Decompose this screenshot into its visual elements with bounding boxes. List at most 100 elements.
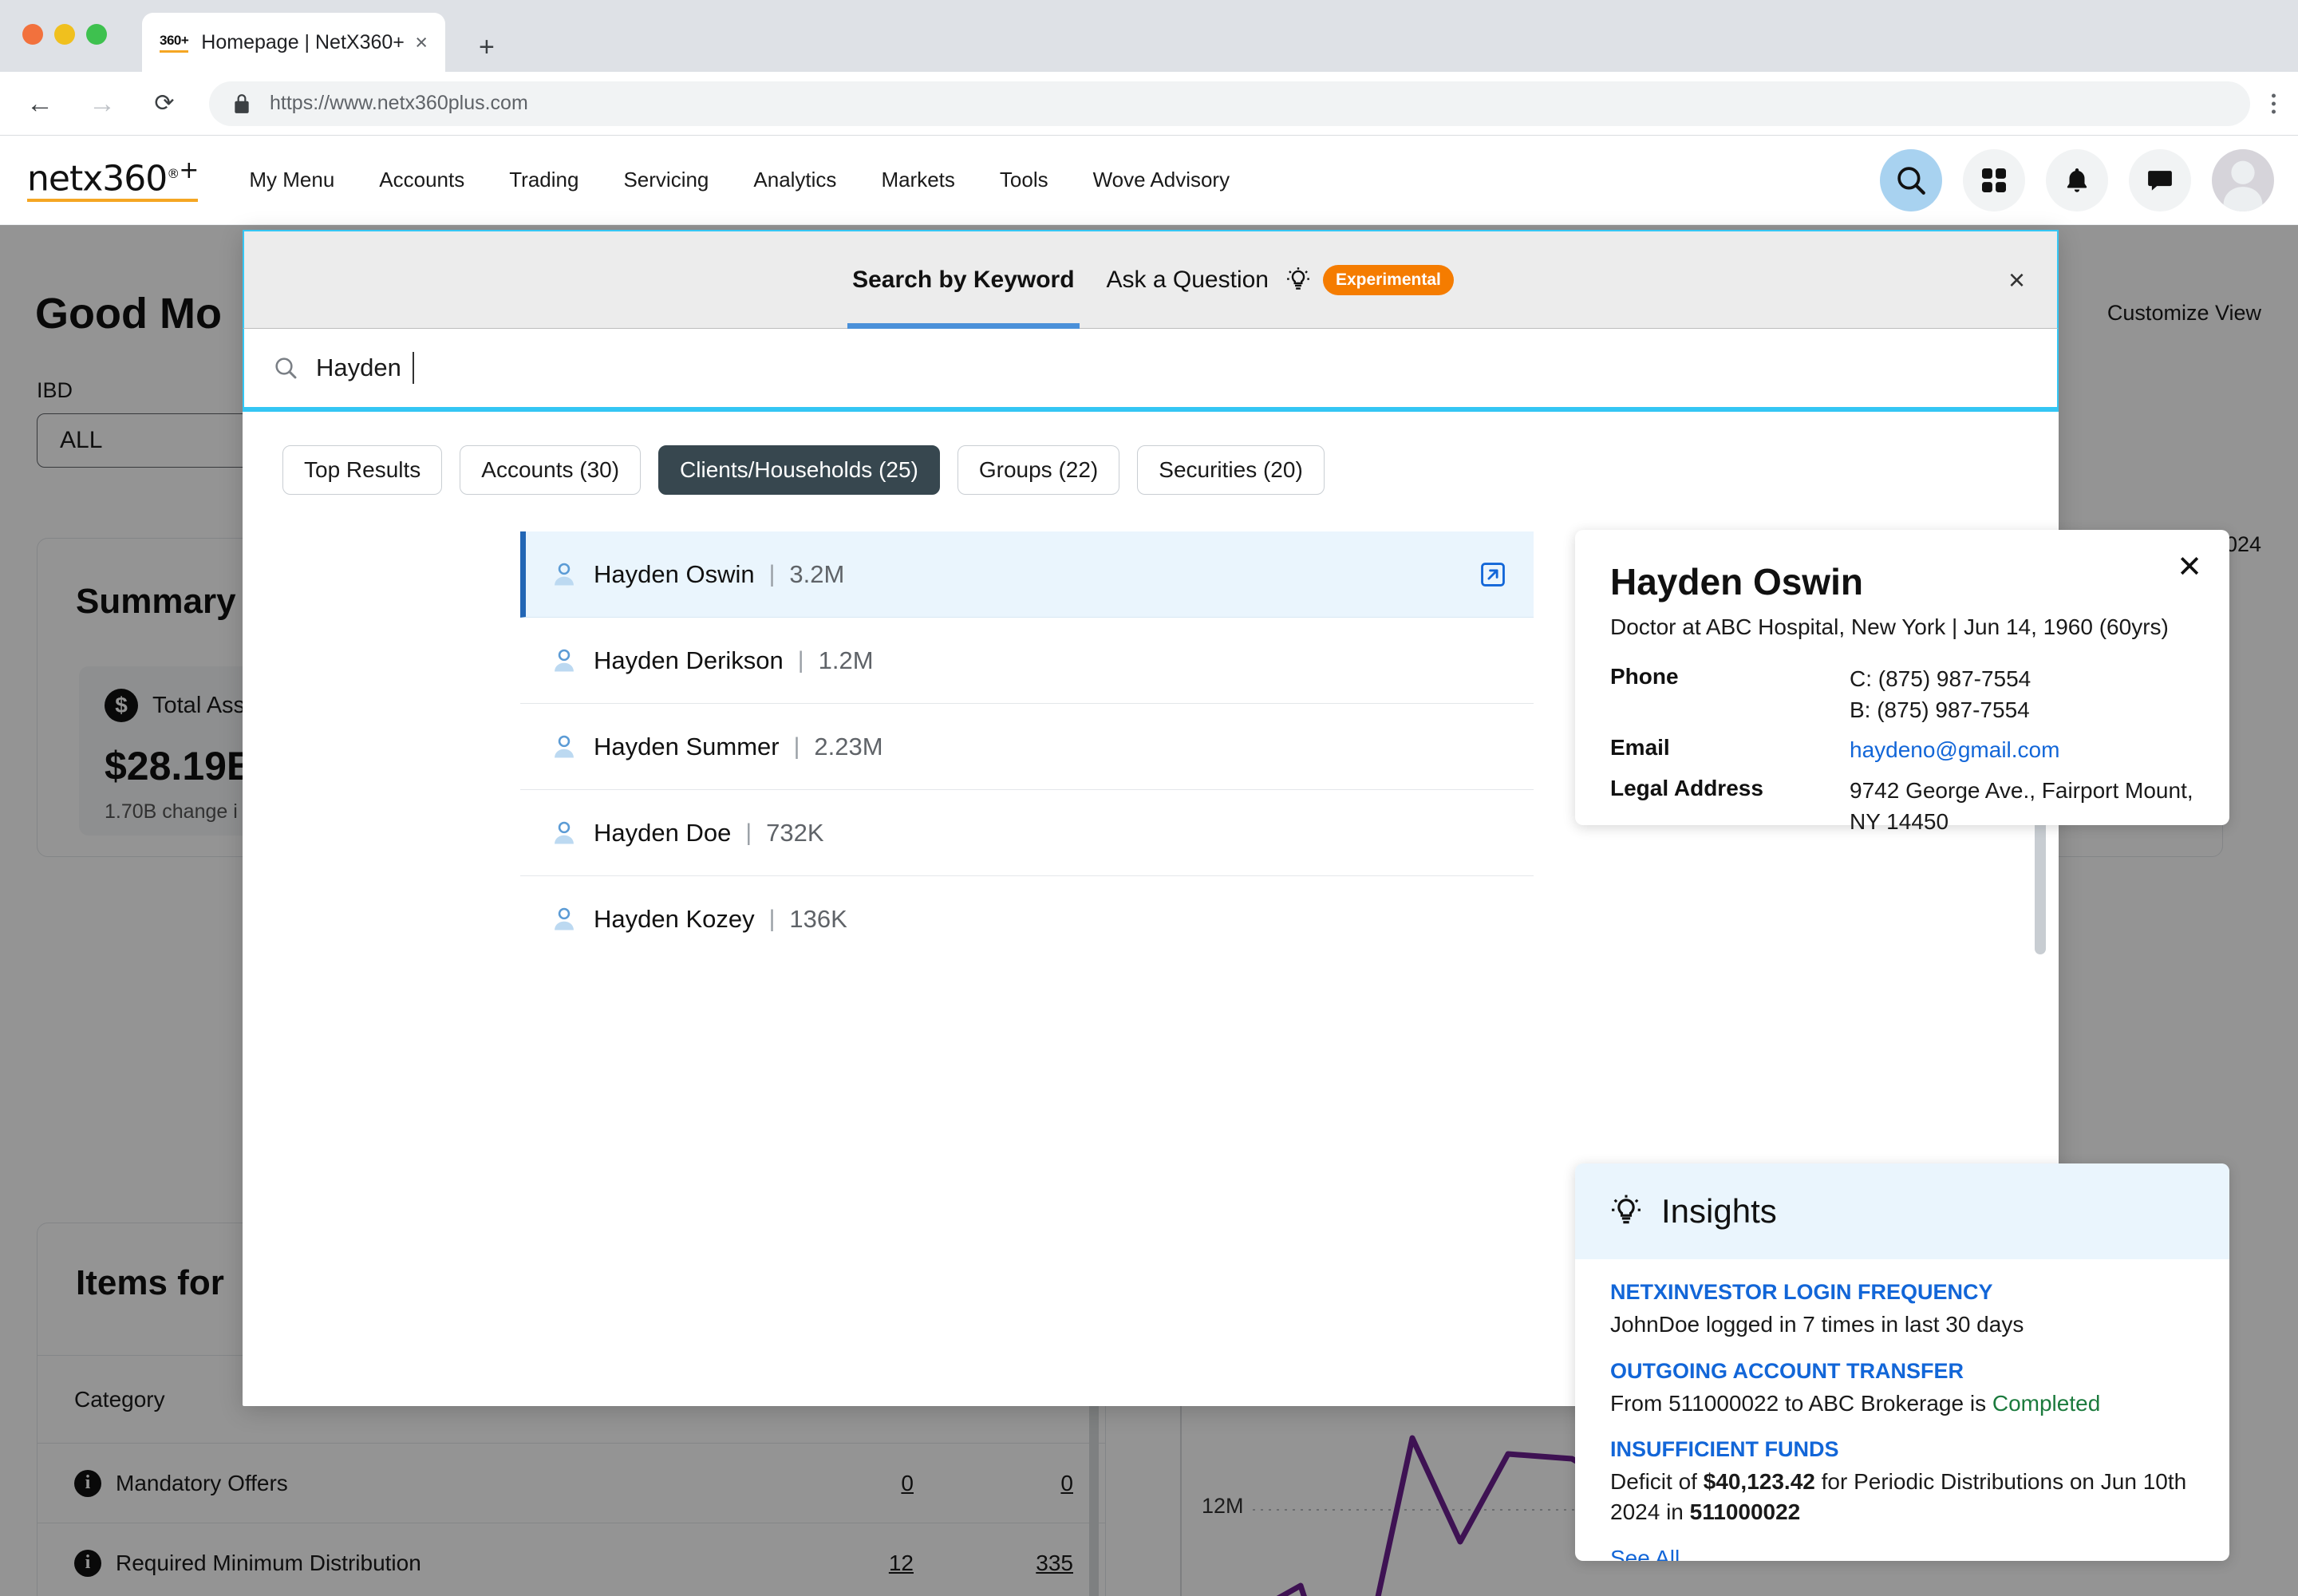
table-row[interactable]: i Required Minimum Distribution 12 335 [38, 1523, 1105, 1596]
customize-view-button[interactable]: Customize View [2107, 301, 2261, 326]
list-item[interactable]: Hayden Summer | 2.23M [520, 704, 1534, 790]
total-assets-value: $28.19B [105, 744, 256, 788]
filter-chip-securities[interactable]: Securities (20) [1137, 445, 1325, 495]
summary-title: Summary [76, 582, 236, 621]
chat-icon [2148, 170, 2172, 191]
filter-chip-accounts[interactable]: Accounts (30) [460, 445, 642, 495]
nav-item-wove-advisory[interactable]: Wove Advisory [1071, 168, 1252, 192]
filter-chip-clients-households[interactable]: Clients/Households (25) [658, 445, 940, 495]
logo-plus: + [179, 156, 199, 184]
apps-button[interactable] [1963, 148, 2025, 211]
detail-label-legal-address: Legal Address [1610, 775, 1763, 800]
client-name: Hayden Oswin [1610, 561, 1863, 602]
back-icon[interactable]: ← [18, 81, 62, 126]
row-category: Mandatory Offers [116, 1470, 288, 1495]
forward-icon[interactable]: → [80, 81, 124, 126]
see-all-link[interactable]: See All [1610, 1546, 2194, 1561]
nav-item-my-menu[interactable]: My Menu [227, 168, 357, 192]
insight-title[interactable]: INSUFFICIENT FUNDS [1610, 1437, 2194, 1462]
header-actions [1880, 148, 2274, 211]
detail-label-email: Email [1610, 735, 1670, 760]
row-value-2[interactable]: 335 [914, 1551, 1073, 1576]
result-name: Hayden Oswin [594, 559, 755, 588]
insights-card: Insights NETXINVESTOR LOGIN FREQUENCY Jo… [1575, 1163, 2229, 1561]
open-external-icon[interactable] [1479, 561, 1506, 588]
lightbulb-icon [1612, 1195, 1641, 1224]
experimental-badge: Experimental [1322, 264, 1454, 295]
result-name: Hayden Summer [594, 732, 780, 760]
address-line-1: 9742 George Ave., Fairport Mount, [1850, 777, 2193, 803]
insight-title[interactable]: NETXINVESTOR LOGIN FREQUENCY [1610, 1280, 2194, 1305]
detail-row-email: Email haydeno@gmail.com [1610, 735, 2194, 766]
client-subtitle: Doctor at ABC Hospital, New York | Jun 1… [1610, 614, 2169, 639]
nav-item-analytics[interactable]: Analytics [731, 168, 859, 192]
close-window-button[interactable] [22, 24, 43, 45]
notifications-button[interactable] [2046, 148, 2108, 211]
tab-ask-a-question-label: Ask a Question [1106, 266, 1269, 293]
nav-item-tools[interactable]: Tools [977, 168, 1071, 192]
messages-button[interactable] [2129, 148, 2191, 211]
netx360-app: netx360®+ My Menu Accounts Trading Servi… [0, 136, 2298, 1596]
nav-item-servicing[interactable]: Servicing [601, 168, 731, 192]
insights-list: NETXINVESTOR LOGIN FREQUENCY JohnDoe log… [1575, 1259, 2229, 1561]
close-tab-icon[interactable]: × [415, 31, 428, 53]
page-title: Good Mo [35, 290, 222, 338]
row-value-1[interactable]: 12 [754, 1551, 914, 1576]
maximize-window-button[interactable] [86, 24, 107, 45]
row-value-1[interactable]: 0 [754, 1471, 914, 1496]
list-item[interactable]: Hayden Oswin | 3.2M [520, 531, 1534, 618]
main-nav: My Menu Accounts Trading Servicing Analy… [227, 168, 1252, 192]
insight-text-part: Deficit of [1610, 1469, 1704, 1495]
close-search-modal-button[interactable]: × [2008, 265, 2025, 294]
logo-text: netx360 [27, 158, 168, 200]
search-icon [273, 355, 298, 381]
info-icon[interactable]: i [74, 1469, 101, 1497]
list-item[interactable]: Hayden Derikson | 1.2M [520, 618, 1534, 704]
lightbulb-icon [1287, 267, 1309, 290]
result-amount: 2.23M [814, 732, 883, 760]
nav-item-markets[interactable]: Markets [859, 168, 977, 192]
new-tab-button[interactable]: + [479, 34, 495, 61]
tab-search-by-keyword[interactable]: Search by Keyword [847, 231, 1080, 330]
reload-icon[interactable]: ⟳ [142, 81, 187, 126]
avatar[interactable] [2212, 148, 2274, 211]
address-line-2: NY 14450 [1850, 808, 1949, 834]
text-cursor [412, 352, 414, 384]
filter-chip-top-results[interactable]: Top Results [282, 445, 443, 495]
result-separator: | [797, 646, 804, 674]
row-category: Required Minimum Distribution [116, 1550, 421, 1575]
insight-item: NETXINVESTOR LOGIN FREQUENCY JohnDoe log… [1610, 1280, 2194, 1340]
search-icon [1897, 166, 1925, 195]
insight-text-part: JohnDoe logged in 7 times in last 30 day… [1610, 1312, 2024, 1337]
browser-menu-icon[interactable] [2272, 93, 2276, 113]
close-detail-card-button[interactable]: ✕ [2177, 552, 2202, 583]
person-icon [551, 820, 578, 847]
search-button[interactable] [1880, 148, 1942, 211]
table-row[interactable]: i Mandatory Offers 0 0 [38, 1443, 1105, 1523]
browser-tab-title: Homepage | NetX360+ [201, 30, 405, 53]
nav-item-trading[interactable]: Trading [487, 168, 601, 192]
row-value-2[interactable]: 0 [914, 1471, 1073, 1496]
url-text: https://www.netx360plus.com [270, 92, 528, 114]
insight-title[interactable]: OUTGOING ACCOUNT TRANSFER [1610, 1359, 2194, 1384]
tab-ask-a-question[interactable]: Ask a Question Experimental [1102, 264, 1454, 295]
address-bar[interactable]: https://www.netx360plus.com [209, 81, 2250, 126]
search-input[interactable]: Hayden [316, 354, 401, 382]
detail-label-phone: Phone [1610, 664, 1679, 689]
browser-tab[interactable]: 360+ Homepage | NetX360+ × [142, 13, 445, 72]
filter-chip-groups[interactable]: Groups (22) [957, 445, 1120, 495]
result-amount: 136K [789, 905, 847, 933]
list-item[interactable]: Hayden Doe | 732K [520, 790, 1534, 876]
netx360-logo[interactable]: netx360®+ [27, 156, 199, 203]
result-name: Hayden Derikson [594, 646, 784, 674]
nav-item-accounts[interactable]: Accounts [357, 168, 487, 192]
minimize-window-button[interactable] [54, 24, 75, 45]
list-item[interactable]: Hayden Kozey | 136K [520, 876, 1534, 962]
search-input-bar[interactable]: Hayden [243, 329, 2059, 412]
phone-business: B: (875) 987-7554 [1850, 697, 2030, 722]
bell-icon [2067, 168, 2087, 192]
email-link[interactable]: haydeno@gmail.com [1850, 737, 2059, 762]
insight-account-number: 511000022 [1689, 1499, 1801, 1524]
result-name: Hayden Kozey [594, 905, 755, 933]
info-icon[interactable]: i [74, 1549, 101, 1577]
